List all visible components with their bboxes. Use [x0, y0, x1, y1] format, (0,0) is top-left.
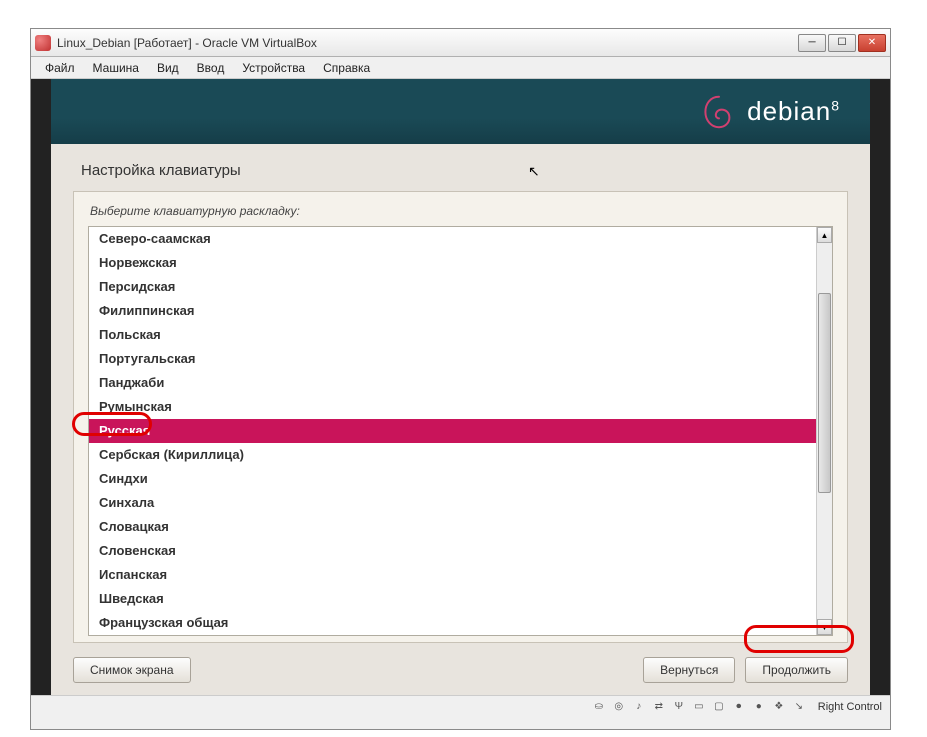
screenshot-button[interactable]: Снимок экрана [73, 657, 191, 683]
section-title: Настройка клавиатуры [51, 144, 870, 191]
vm-display-area: debian8 Настройка клавиатуры Выберите кл… [31, 79, 890, 695]
scroll-down-button[interactable]: ▼ [817, 619, 832, 635]
keyboard-layout-panel: Выберите клавиатурную раскладку: Северо-… [73, 191, 848, 643]
maximize-button[interactable]: ☐ [828, 34, 856, 52]
list-item[interactable]: Северо-саамская [89, 227, 816, 251]
statusbar: ⛀ ◎ ♪ ⇄ Ψ ▭ ▢ ⏺ ● ❖ ↘ Right Control [31, 695, 890, 717]
list-item[interactable]: Французская общая [89, 611, 816, 635]
installer-header: debian8 [51, 79, 870, 144]
installer-window: debian8 Настройка клавиатуры Выберите кл… [51, 79, 870, 695]
scroll-up-button[interactable]: ▲ [817, 227, 832, 243]
close-button[interactable]: ✕ [858, 34, 886, 52]
continue-button[interactable]: Продолжить [745, 657, 848, 683]
hard-disk-icon[interactable]: ⛀ [592, 700, 606, 714]
menu-item[interactable]: Справка [315, 59, 378, 77]
list-item[interactable]: Шведская [89, 587, 816, 611]
list-item[interactable]: Сербская (Кириллица) [89, 443, 816, 467]
menu-item[interactable]: Ввод [189, 59, 233, 77]
list-item[interactable]: Португальская [89, 347, 816, 371]
network-icon[interactable]: ⇄ [652, 700, 666, 714]
list-item[interactable]: Панджаби [89, 371, 816, 395]
minimize-button[interactable]: ─ [798, 34, 826, 52]
list-item[interactable]: Румынская [89, 395, 816, 419]
scrollbar[interactable]: ▲ ▼ [816, 227, 832, 635]
window-title: Linux_Debian [Работает] - Oracle VM Virt… [57, 36, 798, 50]
back-button[interactable]: Вернуться [643, 657, 735, 683]
video-capture-icon[interactable]: ⏺ [732, 700, 746, 714]
list-item[interactable]: Русская [89, 419, 816, 443]
list-item[interactable]: Словенская [89, 539, 816, 563]
list-item[interactable]: Испанская [89, 563, 816, 587]
menu-item[interactable]: Вид [149, 59, 187, 77]
list-item[interactable]: Персидская [89, 275, 816, 299]
debian-logo-text: debian8 [747, 96, 840, 127]
list-item[interactable]: Синдхи [89, 467, 816, 491]
menu-item[interactable]: Машина [85, 59, 147, 77]
list-item[interactable]: Филиппинская [89, 299, 816, 323]
list-item[interactable]: Польская [89, 323, 816, 347]
scrollbar-thumb[interactable] [818, 293, 831, 493]
mouse-integration-icon[interactable]: ↘ [792, 700, 806, 714]
shared-folder-icon[interactable]: ▭ [692, 700, 706, 714]
app-icon [35, 35, 51, 51]
list-item[interactable]: Норвежская [89, 251, 816, 275]
host-key-indicator: Right Control [818, 701, 882, 713]
menu-item[interactable]: Файл [37, 59, 83, 77]
list-label: Выберите клавиатурную раскладку: [88, 204, 833, 218]
list-item[interactable]: Словацкая [89, 515, 816, 539]
debian-swirl-icon [699, 92, 739, 132]
audio-icon[interactable]: ♪ [632, 700, 646, 714]
display-icon[interactable]: ▢ [712, 700, 726, 714]
optical-disc-icon[interactable]: ◎ [612, 700, 626, 714]
window-titlebar: Linux_Debian [Работает] - Oracle VM Virt… [31, 29, 890, 57]
list-item[interactable]: Синхала [89, 491, 816, 515]
guest-additions-icon[interactable]: ❖ [772, 700, 786, 714]
menubar: ФайлМашинаВидВводУстройстваСправка [31, 57, 890, 79]
usb-icon[interactable]: Ψ [672, 700, 686, 714]
menu-item[interactable]: Устройства [234, 59, 313, 77]
keyboard-layout-list[interactable]: Северо-саамскаяНорвежскаяПерсидскаяФилип… [89, 227, 816, 635]
recording-icon[interactable]: ● [752, 700, 766, 714]
